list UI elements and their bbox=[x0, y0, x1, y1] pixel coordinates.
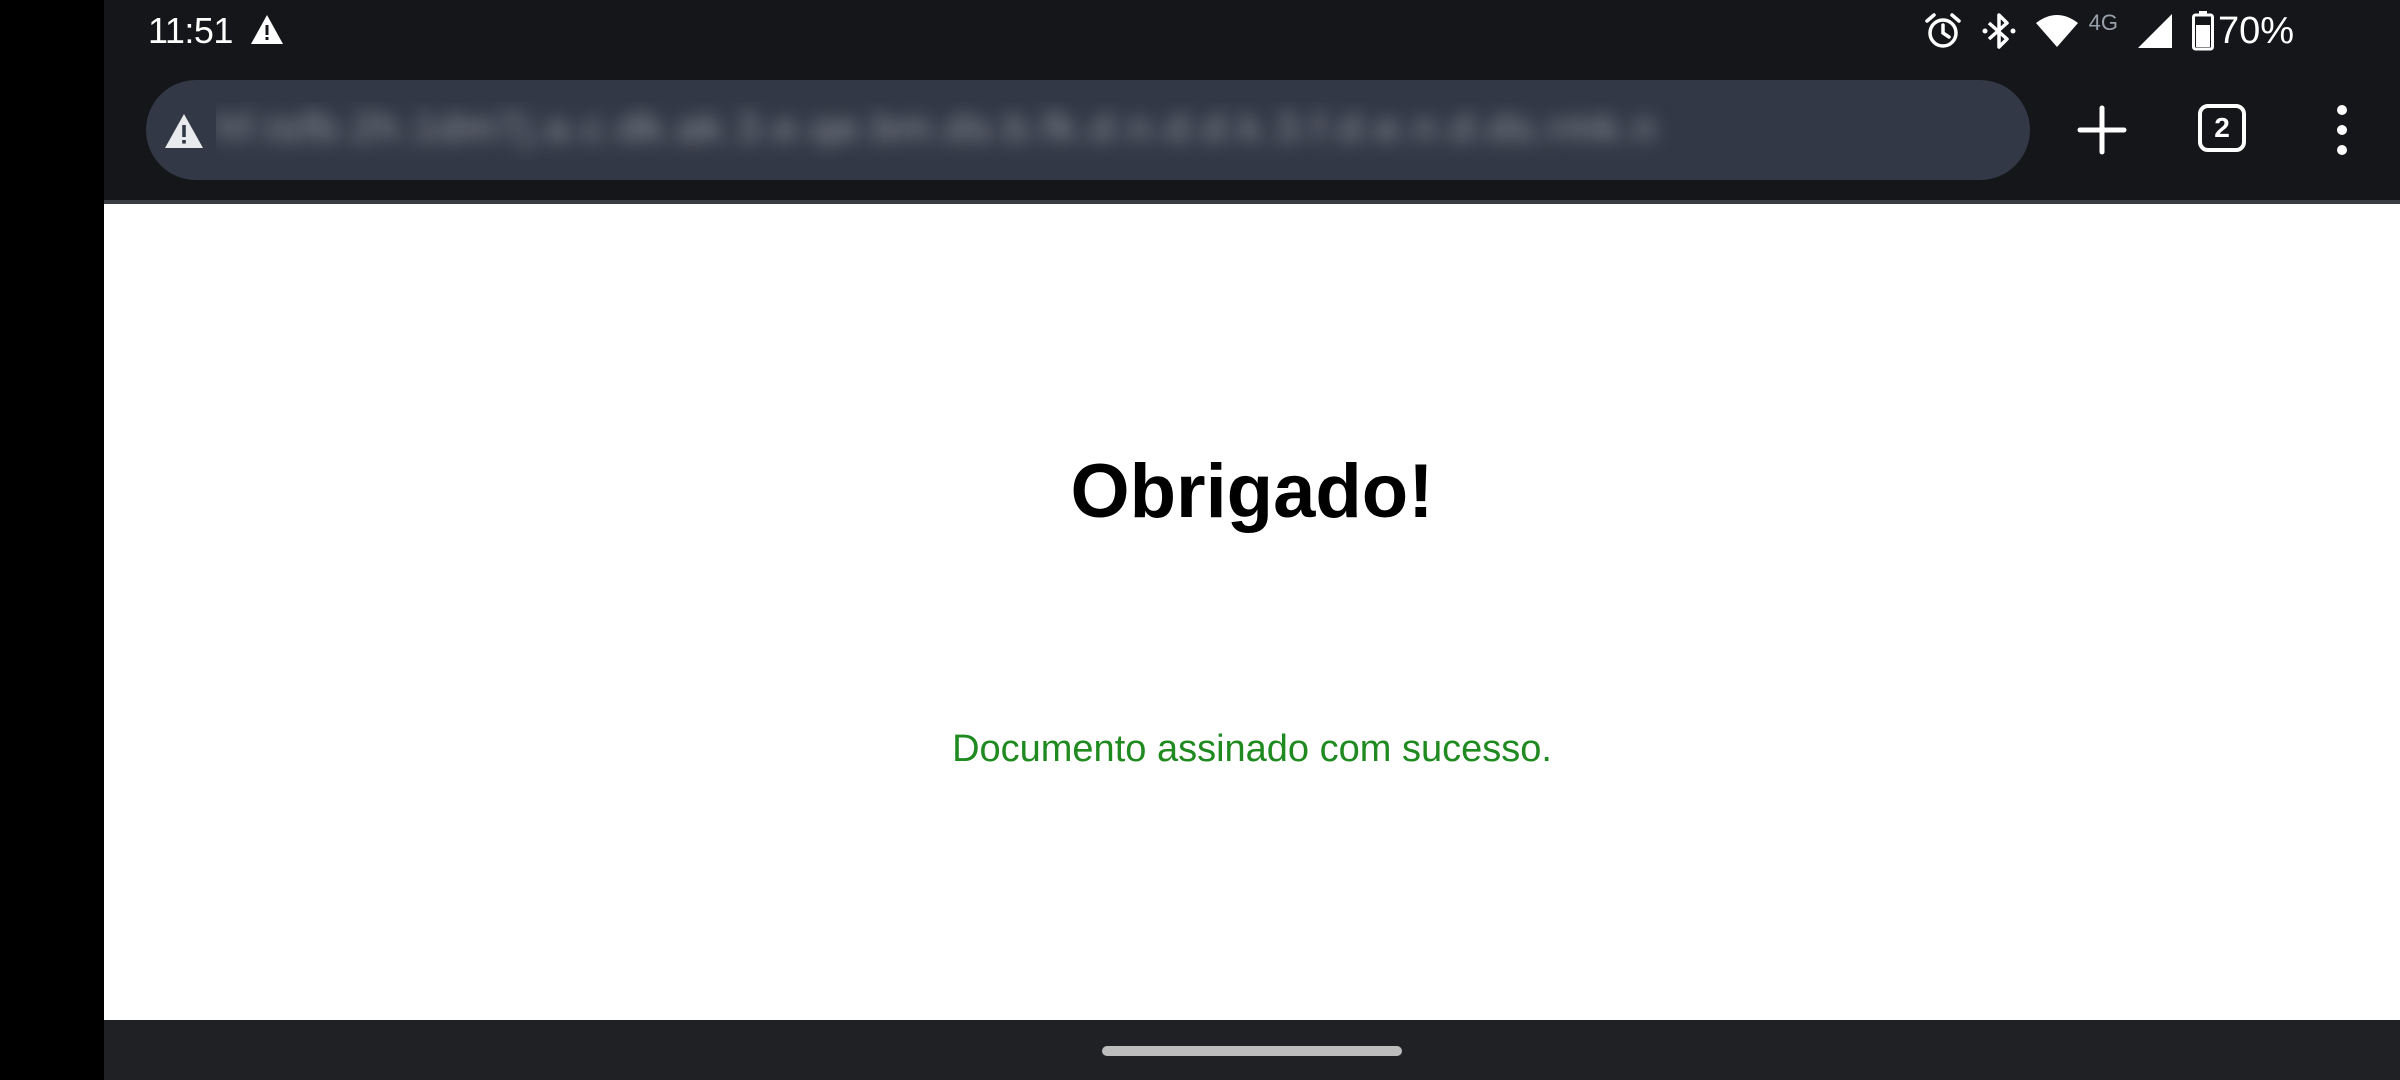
more-vert-icon[interactable] bbox=[2314, 100, 2370, 160]
page-content: Obrigado! Documento assinado com sucesso… bbox=[104, 204, 2400, 1020]
bluetooth-icon bbox=[1982, 13, 2016, 49]
battery-percent: 70% bbox=[2217, 9, 2294, 52]
status-bar: 11:51 4G 70% bbox=[104, 0, 2400, 62]
success-message: Documento assinado com sucesso. bbox=[952, 728, 1552, 770]
not-secure-warning-icon[interactable] bbox=[164, 112, 204, 150]
browser-toolbar: hf.tsfb.2h.1dm7j.a.c.dk.ak.3.e.qe.bm.ds.… bbox=[104, 62, 2400, 200]
address-bar[interactable]: hf.tsfb.2h.1dm7j.a.c.dk.ak.3.e.qe.bm.ds.… bbox=[146, 80, 2030, 180]
alarm-icon bbox=[1924, 13, 1961, 48]
status-time: 11:51 bbox=[148, 10, 233, 51]
battery-icon bbox=[2191, 11, 2214, 51]
wifi-icon bbox=[2035, 15, 2078, 47]
plus-icon[interactable] bbox=[2064, 92, 2140, 168]
home-gesture-handle[interactable] bbox=[1102, 1046, 1402, 1056]
signal-icon bbox=[2137, 14, 2172, 48]
tab-count: 2 bbox=[2214, 112, 2230, 143]
network-type-label: 4G bbox=[2088, 10, 2118, 35]
display-cutout bbox=[0, 0, 104, 1080]
tab-switcher-button[interactable]: 2 bbox=[2198, 104, 2246, 152]
url-text: hf.tsfb.2h.1dm7j.a.c.dk.ak.3.e.qe.bm.ds.… bbox=[216, 106, 1658, 150]
navigation-bar bbox=[104, 1020, 2400, 1080]
warning-icon bbox=[251, 15, 283, 44]
url-text-container[interactable]: hf.tsfb.2h.1dm7j.a.c.dk.ak.3.e.qe.bm.ds.… bbox=[216, 102, 2006, 160]
phone-screen: 11:51 4G 70% hf.tsfb.2h.1dm7j.a.c.dk.ak.… bbox=[0, 0, 2400, 1080]
status-icons: 4G 70% bbox=[1923, 8, 2294, 54]
page-title: Obrigado! bbox=[1070, 449, 1434, 534]
